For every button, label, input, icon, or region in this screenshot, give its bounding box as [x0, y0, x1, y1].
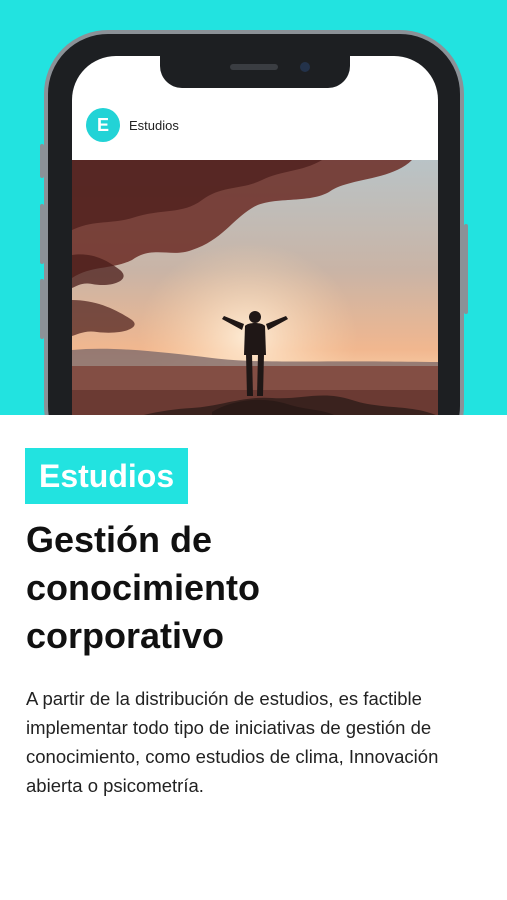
app-logo-icon: E	[86, 108, 120, 142]
speaker-grille	[230, 64, 278, 70]
phone-notch	[160, 56, 350, 88]
title-line-3: corporativo	[26, 615, 225, 656]
category-badge: Estudios	[25, 448, 189, 504]
phone-silent-switch	[40, 144, 44, 178]
app-header: E Estudios	[72, 94, 438, 156]
title-line-1: Gestión de	[26, 519, 213, 560]
phone-mockup: E Estudios	[40, 30, 468, 415]
front-camera	[300, 62, 310, 72]
description-text: A partir de la distribución de estudios,…	[26, 688, 439, 796]
phone-volume-up	[40, 204, 44, 264]
phone-volume-down	[40, 279, 44, 339]
page-title: Gestión de conocimiento corporativo	[26, 516, 486, 660]
hero-photo	[72, 160, 438, 415]
hero-banner: E Estudios	[0, 0, 507, 415]
phone-screen: E Estudios	[72, 56, 438, 415]
phone-power-button	[464, 224, 468, 314]
app-name: Estudios	[129, 117, 179, 133]
title-line-2: conocimiento	[26, 567, 261, 608]
